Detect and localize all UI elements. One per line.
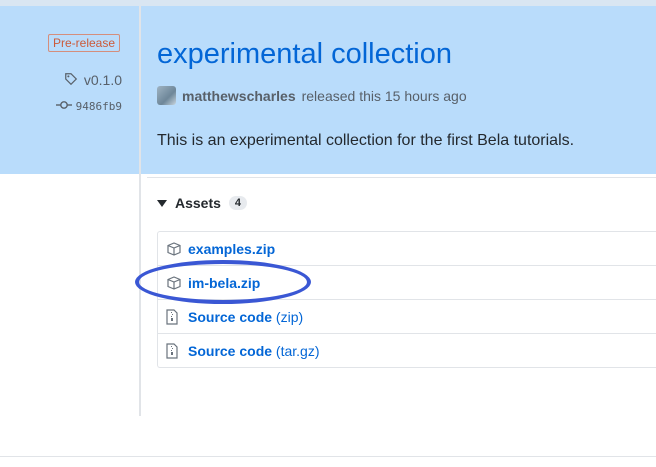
file-zip-icon <box>166 342 182 359</box>
asset-row[interactable]: Source code (tar.gz) <box>158 333 656 367</box>
asset-row[interactable]: im-bela.zip <box>158 265 656 299</box>
asset-link[interactable]: Source code (tar.gz) <box>188 343 320 359</box>
asset-row[interactable]: examples.zip <box>158 232 656 265</box>
asset-name: Source code <box>188 308 273 325</box>
assets-toggle[interactable]: Assets 4 <box>157 195 248 211</box>
release-description: This is an experimental collection for t… <box>157 132 575 149</box>
assets-label: Assets <box>175 195 221 211</box>
asset-link[interactable]: examples.zip <box>188 241 275 257</box>
file-zip-icon <box>166 308 182 325</box>
assets-count-badge: 4 <box>228 196 248 210</box>
release-byline: matthewscharles released this 15 hours a… <box>157 86 467 105</box>
package-icon <box>166 275 182 291</box>
caret-down-icon <box>157 199 167 207</box>
timeline-line <box>139 6 141 416</box>
divider <box>147 177 656 178</box>
package-icon <box>166 241 182 257</box>
tag-icon <box>64 72 80 88</box>
commit-sha: 9486fb9 <box>75 99 122 113</box>
asset-suffix: (tar.gz) <box>275 342 320 359</box>
commit-icon <box>55 98 72 114</box>
bottom-divider <box>0 456 656 457</box>
release-tag[interactable]: v0.1.0 <box>64 72 122 88</box>
top-border <box>0 0 656 6</box>
avatar[interactable] <box>157 86 176 105</box>
asset-list: examples.zip im-bela.zip Source code (zi… <box>157 231 656 368</box>
tag-label: v0.1.0 <box>83 72 122 88</box>
released-time: released this 15 hours ago <box>301 87 467 104</box>
release-commit[interactable]: 9486fb9 <box>55 98 122 114</box>
release-title[interactable]: experimental collection <box>157 38 452 71</box>
prerelease-badge: Pre-release <box>48 34 121 52</box>
asset-suffix: (zip) <box>275 308 304 325</box>
asset-link[interactable]: im-bela.zip <box>188 275 260 291</box>
asset-link[interactable]: Source code (zip) <box>188 309 303 325</box>
author-link[interactable]: matthewscharles <box>182 88 296 104</box>
asset-name: Source code <box>188 342 273 359</box>
asset-row[interactable]: Source code (zip) <box>158 299 656 333</box>
